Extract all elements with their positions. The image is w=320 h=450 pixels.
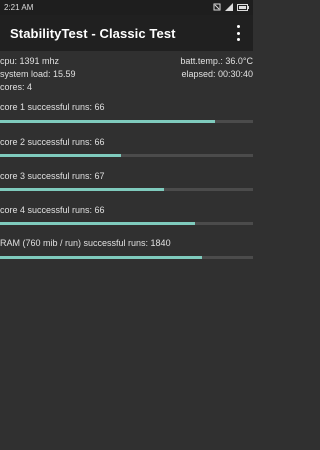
ram-label: RAM (760 mib / run) successful runs: 184… — [0, 238, 171, 248]
core-2-progress-bar — [0, 154, 253, 157]
core-3-progress-fill — [0, 188, 165, 191]
overflow-menu-icon[interactable] — [233, 25, 243, 41]
notification-icon — [213, 3, 221, 11]
cpu-frequency: cpu: 1391 mhz — [0, 56, 60, 66]
battery-temperature: batt.temp.: 36.0°C — [180, 56, 253, 66]
ram-progress-fill — [0, 256, 203, 259]
core-4-progress-bar — [0, 222, 253, 225]
core-4-progress-fill — [0, 222, 195, 225]
battery-icon — [237, 3, 249, 11]
signal-icon — [225, 3, 233, 11]
ram-progress-bar — [0, 256, 253, 259]
core-3-progress-bar — [0, 188, 253, 191]
core-count: cores: 4 — [0, 82, 33, 92]
app-bar: StabilityTest - Classic Test — [0, 15, 253, 51]
core-4-label: core 4 successful runs: 66 — [0, 205, 105, 215]
core-2-label: core 2 successful runs: 66 — [0, 137, 105, 147]
status-time: 2:21 AM — [4, 3, 34, 12]
status-bar: 2:21 AM — [0, 0, 253, 15]
core-1-label: core 1 successful runs: 66 — [0, 102, 105, 112]
status-icons — [213, 3, 249, 11]
core-1-progress-fill — [0, 120, 216, 123]
core-3-label: core 3 successful runs: 67 — [0, 171, 105, 181]
system-load: system load: 15.59 — [0, 69, 76, 79]
elapsed-time: elapsed: 00:30:40 — [181, 69, 253, 79]
app-title: StabilityTest - Classic Test — [10, 26, 176, 41]
core-2-progress-fill — [0, 154, 122, 157]
core-1-progress-bar — [0, 120, 253, 123]
